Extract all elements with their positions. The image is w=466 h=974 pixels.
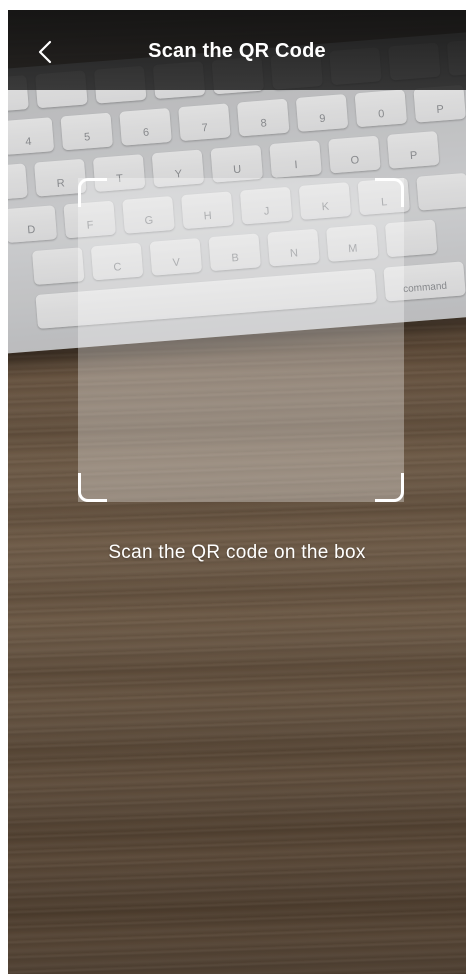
- scan-frame: [78, 178, 404, 502]
- frame-corner-top-right: [375, 178, 404, 207]
- scan-instruction: Scan the QR code on the box: [108, 542, 366, 563]
- frame-corner-bottom-right: [375, 473, 404, 502]
- scanner-screen: 4 5 6 7 8 9 0 P R T Y U I O P D F G H J …: [8, 10, 466, 974]
- frame-corner-top-left: [78, 178, 107, 207]
- frame-corner-bottom-left: [78, 473, 107, 502]
- page-title: Scan the QR Code: [148, 40, 326, 62]
- navigation-bar: Scan the QR Code: [8, 10, 466, 90]
